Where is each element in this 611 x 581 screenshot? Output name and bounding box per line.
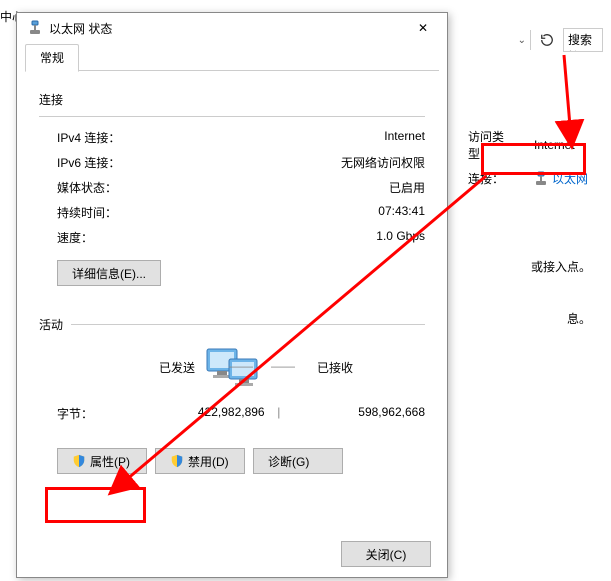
media-label: 媒体状态：: [57, 179, 117, 196]
shield-icon: [170, 454, 184, 468]
ethernet-icon: [534, 171, 548, 187]
dropdown-caret-icon[interactable]: ⌄: [518, 35, 526, 46]
media-value: 已启用: [389, 179, 425, 196]
background-window: ⌄ 搜索控 访问类型： Internet 连接： 以太网 或接入点。 息。: [451, 0, 611, 581]
bytes-sent-value: 422,982,896: [132, 405, 264, 422]
ipv4-value: Internet: [384, 129, 425, 146]
duration-label: 持续时间：: [57, 204, 117, 221]
ethernet-status-dialog: 以太网 状态 ✕ 常规 连接 IPv4 连接： Internet IPv6 连接…: [16, 12, 448, 578]
row-ipv6: IPv6 连接： 无网络访问权限: [39, 150, 425, 175]
close-icon: ✕: [418, 21, 428, 35]
separator: [530, 30, 531, 50]
ipv6-label: IPv6 连接：: [57, 154, 120, 171]
dialog-title: 以太网 状态: [49, 20, 403, 37]
ethernet-icon: [27, 20, 43, 36]
bg-text-fragment: 或接入点。: [531, 258, 591, 275]
refresh-button[interactable]: [535, 28, 559, 52]
disable-button[interactable]: 禁用(D): [155, 448, 245, 474]
ipv4-label: IPv4 连接：: [57, 129, 120, 146]
speed-value: 1.0 Gbps: [376, 229, 425, 246]
row-ipv4: IPv4 连接： Internet: [39, 125, 425, 150]
properties-button[interactable]: 属性(P): [57, 448, 147, 474]
divider: [39, 116, 425, 117]
bg-text-fragment: 息。: [567, 310, 591, 327]
access-type-label: 访问类型：: [468, 128, 524, 162]
close-button[interactable]: ✕: [403, 13, 443, 43]
details-button[interactable]: 详细信息(E)...: [57, 260, 161, 286]
speed-label: 速度：: [57, 229, 93, 246]
section-connection-title: 连接: [39, 91, 425, 108]
connection-label: 连接：: [468, 170, 524, 187]
titlebar[interactable]: 以太网 状态 ✕: [17, 13, 447, 43]
row-media: 媒体状态： 已启用: [39, 175, 425, 200]
row-duration: 持续时间： 07:43:41: [39, 200, 425, 225]
search-placeholder: 搜索控: [568, 33, 592, 52]
separator-dash: ——: [229, 359, 253, 373]
divider: [71, 324, 425, 325]
connection-link-text: 以太网: [552, 170, 588, 187]
bytes-label: 字节：: [57, 405, 132, 422]
sent-label: 已发送: [159, 359, 195, 376]
network-info-block: 访问类型： Internet 连接： 以太网: [468, 128, 603, 195]
shield-icon: [72, 454, 86, 468]
refresh-icon: [540, 33, 554, 47]
bytes-recv-value: 598,962,668: [293, 405, 425, 422]
section-activity-title: 活动: [39, 316, 63, 333]
access-type-value: Internet: [534, 138, 575, 152]
tab-strip: 常规: [25, 43, 439, 71]
tab-general[interactable]: 常规: [25, 44, 79, 72]
search-input[interactable]: 搜索控: [563, 28, 603, 52]
diagnose-button[interactable]: 诊断(G): [253, 448, 343, 474]
received-label: 已接收: [317, 359, 353, 376]
bytes-row: 字节： 422,982,896 | 598,962,668: [39, 401, 425, 426]
duration-value: 07:43:41: [378, 204, 425, 221]
ipv6-value: 无网络访问权限: [341, 154, 425, 171]
bytes-separator: |: [265, 405, 293, 422]
connection-link[interactable]: 以太网: [534, 170, 588, 187]
activity-visual: 已发送 —— —— 已接收: [39, 347, 425, 391]
row-speed: 速度： 1.0 Gbps: [39, 225, 425, 250]
close-dialog-button[interactable]: 关闭(C): [341, 541, 431, 567]
separator-dash: ——: [271, 359, 295, 373]
